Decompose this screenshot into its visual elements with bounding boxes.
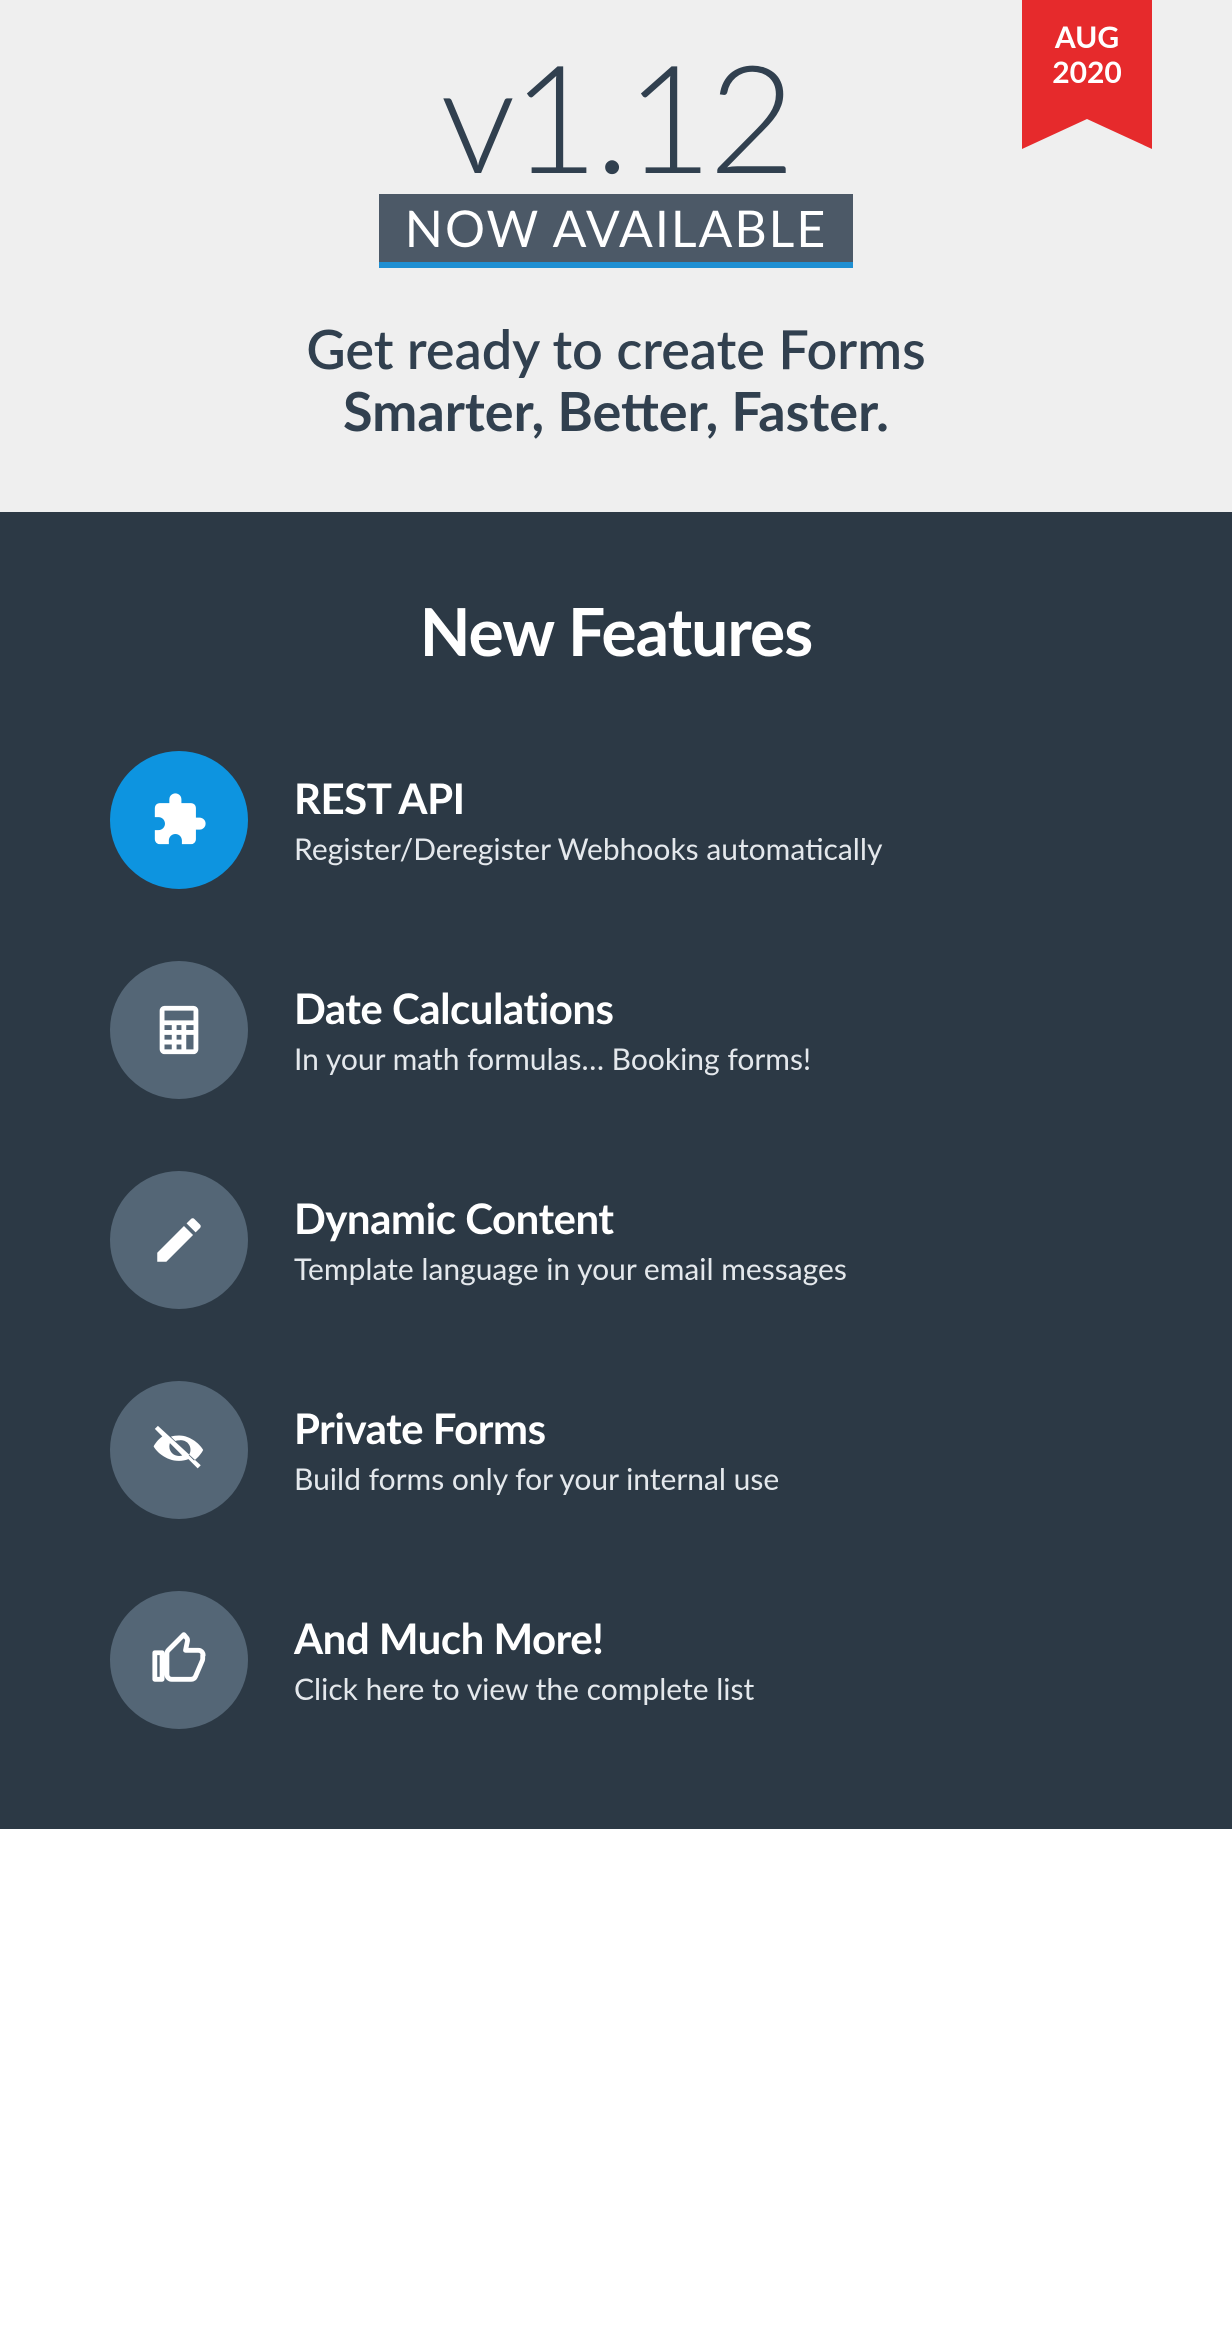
tagline-line1: Get ready to create Forms: [306, 316, 925, 381]
feature-private-forms: Private Forms Build forms only for your …: [110, 1381, 1122, 1519]
feature-text: And Much More! Click here to view the co…: [294, 1613, 754, 1707]
feature-title: REST API: [294, 773, 882, 823]
puzzle-icon: [110, 751, 248, 889]
feature-desc: In your math formulas… Booking forms!: [294, 1041, 811, 1077]
feature-desc: Build forms only for your internal use: [294, 1461, 779, 1497]
tagline-line2: Smarter, Better, Faster.: [343, 378, 889, 443]
calculator-icon: [110, 961, 248, 1099]
feature-title: And Much More!: [294, 1613, 754, 1663]
thumbs-up-icon: [110, 1591, 248, 1729]
feature-text: REST API Register/Deregister Webhooks au…: [294, 773, 882, 867]
features-title: New Features: [110, 592, 1122, 671]
feature-desc: Register/Deregister Webhooks automatical…: [294, 831, 882, 867]
feature-text: Dynamic Content Template language in you…: [294, 1193, 847, 1287]
feature-title: Private Forms: [294, 1403, 779, 1453]
version-number: v1.12: [40, 40, 1192, 190]
feature-text: Private Forms Build forms only for your …: [294, 1403, 779, 1497]
tagline: Get ready to create Forms Smarter, Bette…: [40, 318, 1192, 442]
ribbon-year: 2020: [1022, 55, 1152, 90]
hero-section: AUG 2020 v1.12 NOW AVAILABLE Get ready t…: [0, 0, 1232, 512]
ribbon-month: AUG: [1022, 20, 1152, 55]
feature-and-much-more[interactable]: And Much More! Click here to view the co…: [110, 1591, 1122, 1729]
feature-rest-api: REST API Register/Deregister Webhooks au…: [110, 751, 1122, 889]
feature-desc: Template language in your email messages: [294, 1251, 847, 1287]
pencil-icon: [110, 1171, 248, 1309]
eye-slash-icon: [110, 1381, 248, 1519]
feature-title: Date Calculations: [294, 983, 811, 1033]
features-section: New Features REST API Register/Deregiste…: [0, 512, 1232, 1829]
now-available-badge: NOW AVAILABLE: [379, 194, 853, 268]
feature-title: Dynamic Content: [294, 1193, 847, 1243]
feature-desc[interactable]: Click here to view the complete list: [294, 1671, 754, 1707]
feature-dynamic-content: Dynamic Content Template language in you…: [110, 1171, 1122, 1309]
feature-text: Date Calculations In your math formulas……: [294, 983, 811, 1077]
date-ribbon: AUG 2020: [1022, 0, 1152, 119]
feature-date-calculations: Date Calculations In your math formulas……: [110, 961, 1122, 1099]
